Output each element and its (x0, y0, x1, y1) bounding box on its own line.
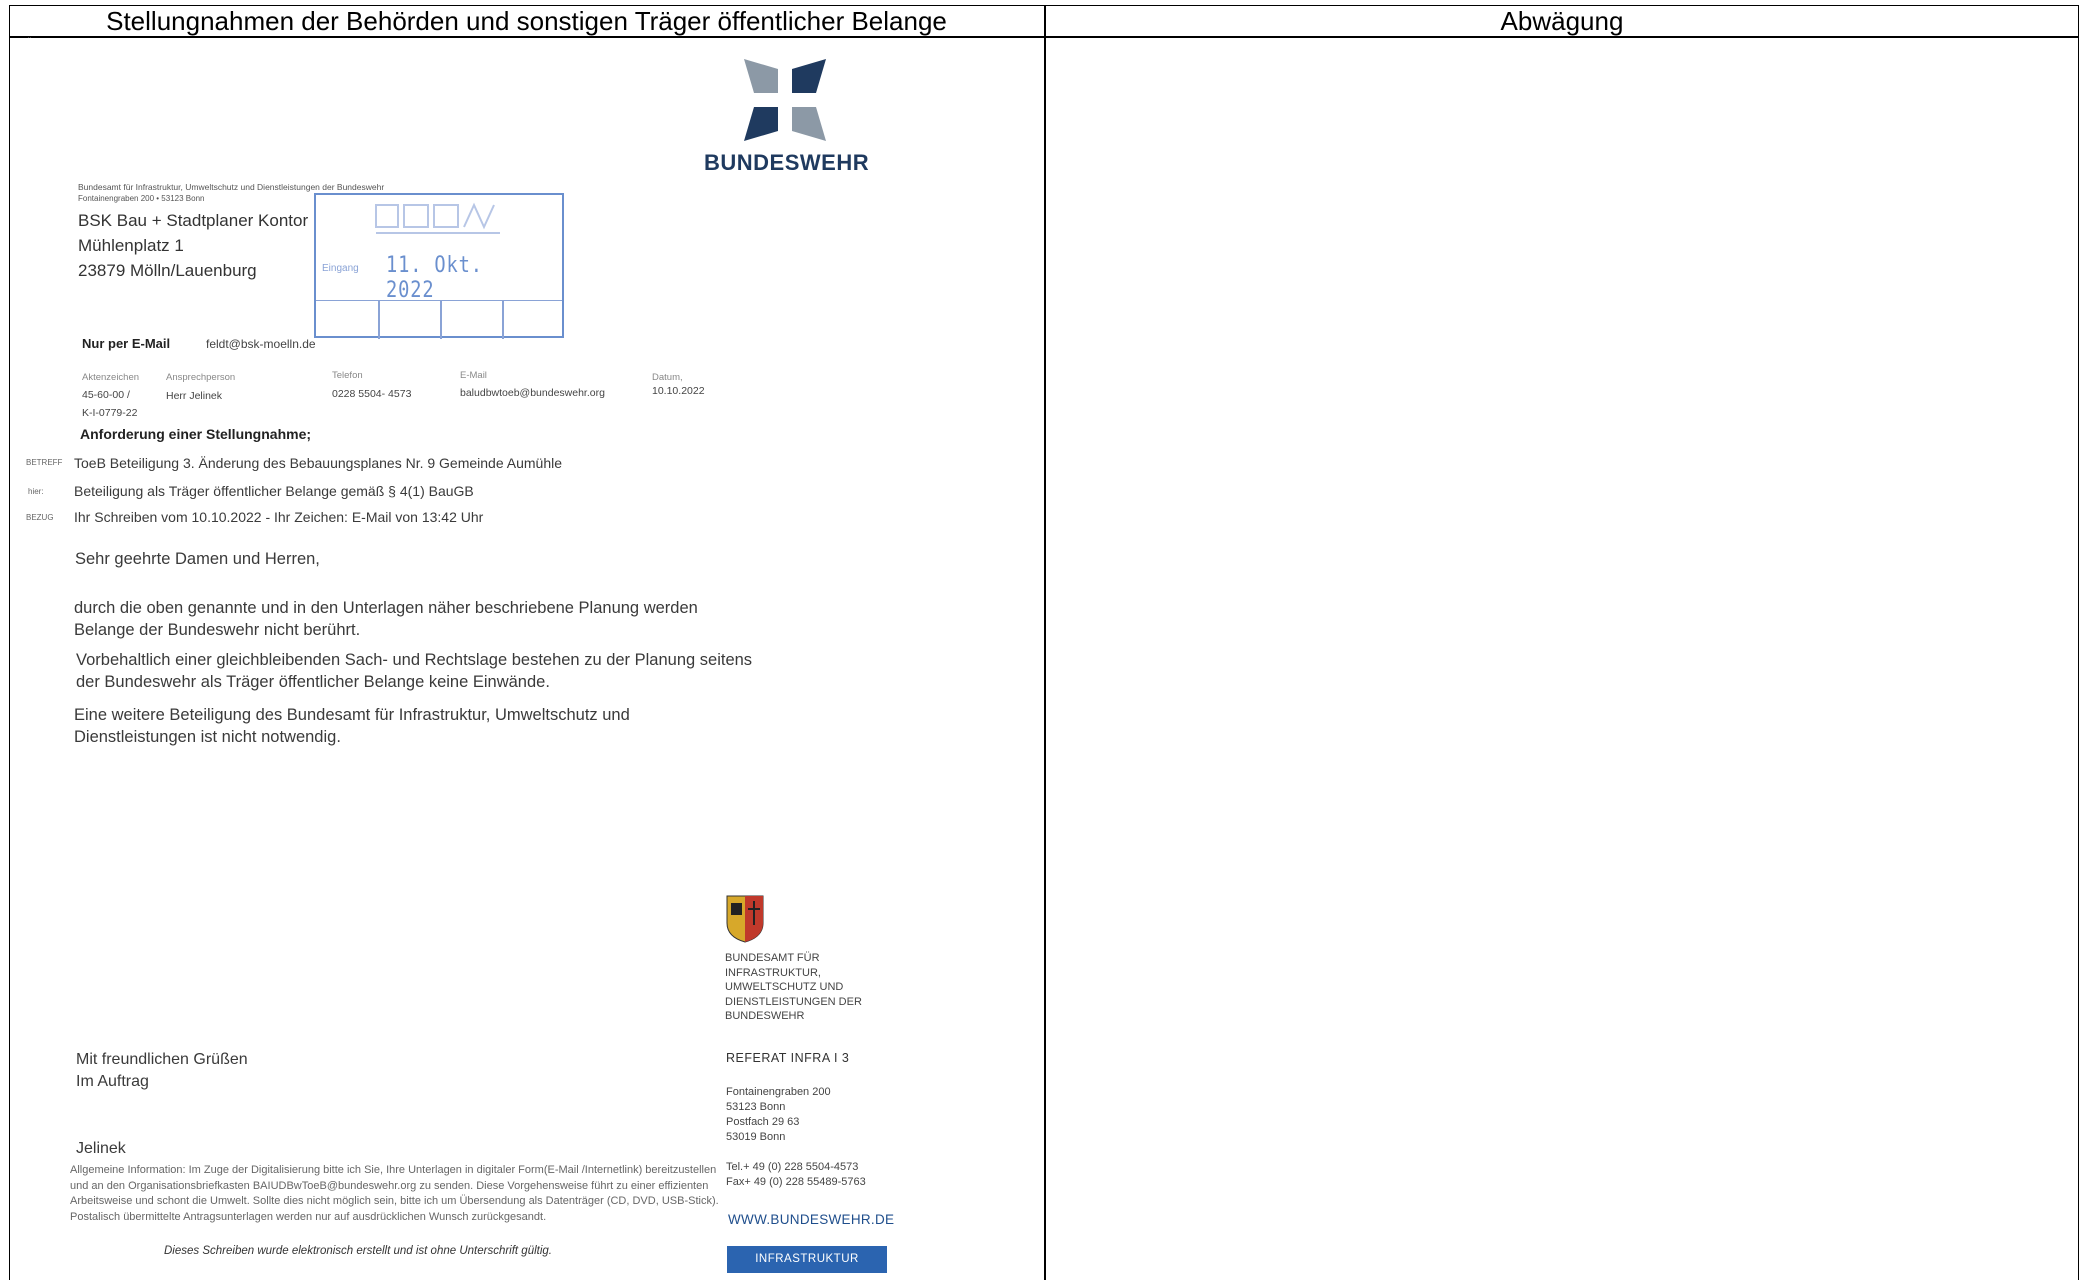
header-rule (9, 36, 2079, 38)
agency-fax: Fax+ 49 (0) 228 55489-5763 (726, 1176, 866, 1188)
column-header-weighing: Abwägung (1500, 6, 1624, 36)
closing-on-behalf: Im Auftrag (76, 1073, 149, 1090)
received-stamp: Eingang 11. Okt. 2022 (314, 193, 564, 339)
reference-text: Ihr Schreiben vom 10.10.2022 - Ihr Zeich… (74, 509, 484, 525)
contact-person-label: Ansprechperson (166, 372, 236, 383)
aktenzeichen-value-2: K-I-0779-22 (82, 407, 138, 419)
bundeswehr-wordmark: BUNDESWEHR (704, 150, 870, 175)
subject-key: BETREFF (26, 458, 63, 467)
scanned-letter: BUNDESWEHR Bundesamt für Infrastruktur, … (14, 40, 894, 1280)
agency-street: Fontainengraben 200 (726, 1086, 831, 1098)
general-information: Allgemeine Information: Im Zuge der Digi… (70, 1164, 719, 1223)
closing-greeting: Mit freundlichen Grüßen (76, 1051, 248, 1068)
stamp-date: 11. Okt. 2022 (386, 253, 483, 303)
column-divider (1044, 5, 1046, 1280)
recipient-city: 23879 Mölln/Lauenburg (78, 261, 257, 280)
agency-city: 53123 Bonn (726, 1101, 786, 1113)
body-paragraph: Vorbehaltlich einer gleichbleibenden Sac… (76, 651, 753, 691)
stamp-grid (316, 300, 562, 339)
date-label: Datum, (652, 372, 683, 383)
stamp-cell-divider (440, 301, 442, 339)
contact-person-value: Herr Jelinek (166, 390, 223, 402)
salutation: Sehr geehrte Damen und Herren, (75, 550, 320, 568)
phone-value: 0228 5504- 4573 (332, 388, 412, 400)
email-value: baludbwtoeb@bundeswehr.org (460, 387, 605, 399)
body-paragraph: Eine weitere Beteiligung des Bundesamt f… (74, 706, 630, 746)
column-header-statements: Stellungnahmen der Behörden und sonstige… (106, 6, 947, 36)
website-link: WWW.BUNDESWEHR.DE (728, 1212, 895, 1227)
signer-name: Jelinek (76, 1140, 126, 1157)
agency-name: BUNDESAMT FÜR INFRASTRUKTUR, UMWELTSCHUT… (725, 952, 862, 1022)
sender-line: Bundesamt für Infrastruktur, Umweltschut… (78, 182, 385, 192)
stamp-label: Eingang (322, 263, 359, 274)
subject-text: ToeB Beteiligung 3. Änderung des Bebauun… (74, 455, 563, 471)
bundeswehr-cross-icon (744, 59, 826, 141)
department: REFERAT INFRA I 3 (726, 1051, 850, 1065)
delivery-label: Nur per E-Mail (82, 336, 171, 351)
stamp-cell-divider (502, 301, 504, 339)
aktenzeichen-label: Aktenzeichen (82, 372, 140, 383)
here-text: Beteiligung als Träger öffentlicher Bela… (74, 483, 474, 499)
request-title: Anforderung einer Stellungnahme; (80, 426, 312, 442)
federal-crest-icon (726, 895, 764, 943)
reference-key: BEZUG (26, 513, 54, 522)
infrastructure-banner: INFRASTRUKTUR (727, 1246, 887, 1273)
sender-address-line: Fontainengraben 200 • 53123 Bonn (78, 194, 205, 203)
delivery-email: feldt@bsk-moelln.de (206, 337, 316, 351)
date-value: 10.10.2022 (652, 385, 705, 397)
here-key: hier: (28, 487, 44, 496)
stamp-cell-divider (378, 301, 380, 339)
email-label: E-Mail (460, 370, 487, 381)
agency-po-box: Postfach 29 63 (726, 1116, 800, 1128)
aktenzeichen-value: 45-60-00 / (82, 389, 130, 401)
body-paragraph: durch die oben genannte und in den Unter… (74, 599, 698, 639)
phone-label: Telefon (332, 370, 363, 381)
agency-phone: Tel.+ 49 (0) 228 5504-4573 (726, 1161, 859, 1173)
footer-note: Dieses Schreiben wurde elektronisch erst… (164, 1245, 552, 1257)
recipient-street: Mühlenplatz 1 (78, 236, 184, 255)
stamp-logo-icon (375, 202, 500, 234)
agency-po-city: 53019 Bonn (726, 1131, 786, 1143)
recipient-name: BSK Bau + Stadtplaner Kontor (78, 211, 309, 230)
